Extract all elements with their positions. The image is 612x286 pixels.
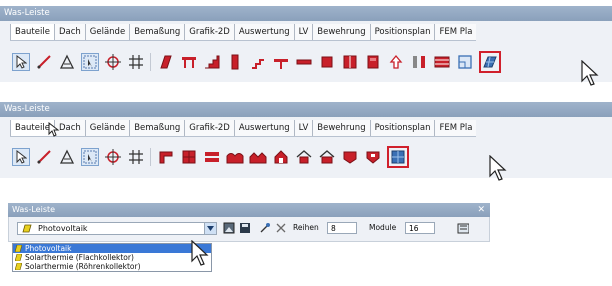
- dormer-arch-icon[interactable]: [226, 148, 244, 166]
- select-area-icon[interactable]: [81, 148, 99, 166]
- toolbar-separator: [150, 148, 151, 166]
- chevron-down-icon[interactable]: [204, 223, 216, 234]
- roof-flat-icon[interactable]: [157, 148, 175, 166]
- triangle-measure-icon[interactable]: [58, 148, 76, 166]
- solar-panel-icon: [15, 245, 22, 252]
- tab-grafik-2d[interactable]: Grafik-2D: [184, 24, 234, 40]
- window-icon[interactable]: [341, 53, 359, 71]
- tab-bewehrung[interactable]: Bewehrung: [312, 120, 370, 136]
- select-area-icon[interactable]: [81, 53, 99, 71]
- tab-bewehrung[interactable]: Bewehrung: [312, 24, 370, 40]
- tab-bemassung[interactable]: Bemaßung: [129, 24, 185, 40]
- was-leiste-panel-1: Was-Leiste Bauteile Dach Gelände Bemaßun…: [0, 6, 612, 86]
- wall-icon[interactable]: [157, 53, 175, 71]
- tab-fem-plan[interactable]: FEM Pla: [434, 24, 477, 40]
- grid-icon[interactable]: [127, 148, 145, 166]
- column-table-icon[interactable]: [180, 53, 198, 71]
- tab-positionsplan[interactable]: Positionsplan: [369, 24, 435, 40]
- tab-gelaende[interactable]: Gelände: [84, 24, 130, 40]
- solar-panel-icon: [22, 224, 32, 233]
- tab-bemassung[interactable]: Bemaßung: [129, 120, 185, 136]
- tab-gelaende[interactable]: Gelände: [84, 120, 130, 136]
- tab-fem-plan[interactable]: FEM Pla: [434, 120, 477, 136]
- dropdown-option-solarthermie-flach[interactable]: Solarthermie (Flachkollektor): [13, 253, 211, 262]
- arrow-up-icon[interactable]: [387, 53, 405, 71]
- module-type-combo[interactable]: Photovoltaik: [17, 222, 217, 235]
- dormer-icon[interactable]: [249, 148, 267, 166]
- tab-strip: Bauteile Dach Gelände Bemaßung Grafik-2D…: [10, 24, 477, 41]
- tab-auswertung[interactable]: Auswertung: [233, 24, 294, 40]
- tab-positionsplan[interactable]: Positionsplan: [369, 120, 435, 136]
- tab-lv[interactable]: LV: [293, 24, 313, 40]
- stair-wall-icon[interactable]: [203, 53, 221, 71]
- tab-lv[interactable]: LV: [293, 120, 313, 136]
- mouse-cursor: [191, 240, 209, 266]
- mouse-cursor: [48, 122, 60, 137]
- pillar-icon[interactable]: [226, 53, 244, 71]
- door-icon[interactable]: [364, 53, 382, 71]
- crosshair-icon[interactable]: [104, 148, 122, 166]
- panel-title: Was-Leiste: [0, 6, 612, 21]
- roof-window-icon[interactable]: [341, 148, 359, 166]
- house-roof-icon[interactable]: [295, 148, 313, 166]
- option-label: Solarthermie (Flachkollektor): [25, 253, 134, 262]
- roof-grid-icon[interactable]: [180, 148, 198, 166]
- photovoltaik-tool-icon[interactable]: [387, 146, 409, 168]
- crosshair-icon[interactable]: [104, 53, 122, 71]
- block-icon[interactable]: [318, 53, 336, 71]
- delete-icon[interactable]: [275, 222, 287, 234]
- skylight-icon[interactable]: [364, 148, 382, 166]
- photovoltaik-toolbar: Photovoltaik Reihen 8 Module 16: [8, 217, 490, 242]
- tab-grafik-2d[interactable]: Grafik-2D: [184, 120, 234, 136]
- combo-value: Photovoltaik: [38, 224, 88, 233]
- room-icon[interactable]: [456, 53, 474, 71]
- rows-input[interactable]: 8: [327, 222, 357, 234]
- railing-icon[interactable]: [433, 53, 451, 71]
- module-type-dropdown: Photovoltaik Solarthermie (Flachkollekto…: [12, 243, 212, 272]
- wall-opening-icon[interactable]: [410, 53, 428, 71]
- photovoltaik-tool-icon[interactable]: [479, 51, 501, 73]
- dropdown-option-solarthermie-roehre[interactable]: Solarthermie (Röhrenkollektor): [13, 262, 211, 271]
- save-icon[interactable]: [239, 222, 251, 234]
- line-icon[interactable]: [35, 53, 53, 71]
- tab-auswertung[interactable]: Auswertung: [233, 120, 294, 136]
- roof-layers-icon[interactable]: [203, 148, 221, 166]
- was-leiste-panel-2: Was-Leiste Bauteile Dach Gelände Bemaßun…: [0, 102, 612, 181]
- tab-bauteile[interactable]: Bauteile: [10, 24, 54, 40]
- toolbar-bauteile: [12, 145, 414, 169]
- option-label: Photovoltaik: [25, 244, 72, 253]
- toolbar-bauteile: [12, 50, 506, 74]
- pointer-icon[interactable]: [12, 148, 30, 166]
- tab-dach[interactable]: Dach: [53, 24, 85, 40]
- stair-icon[interactable]: [249, 53, 267, 71]
- settings-icon[interactable]: [457, 222, 469, 234]
- tab-strip: Bauteile Dach Gelände Bemaßung Grafik-2D…: [10, 120, 477, 137]
- pointer-icon[interactable]: [12, 53, 30, 71]
- close-icon[interactable]: ✕: [477, 203, 485, 217]
- gable-dormer-icon[interactable]: [272, 148, 290, 166]
- image-icon[interactable]: [223, 222, 235, 234]
- triangle-measure-icon[interactable]: [58, 53, 76, 71]
- modules-label: Module: [369, 223, 397, 232]
- toolbar-separator: [150, 53, 151, 71]
- rotate-icon[interactable]: [259, 222, 271, 234]
- rows-label: Reihen: [293, 223, 319, 232]
- beam-icon[interactable]: [272, 53, 290, 71]
- house-hip-icon[interactable]: [318, 148, 336, 166]
- panel-title: Was-Leiste ✕: [8, 203, 490, 217]
- option-label: Solarthermie (Röhrenkollektor): [25, 262, 141, 271]
- dropdown-option-photovoltaik[interactable]: Photovoltaik: [13, 244, 211, 253]
- grid-icon[interactable]: [127, 53, 145, 71]
- mouse-cursor: [581, 60, 599, 86]
- slab-icon[interactable]: [295, 53, 313, 71]
- solar-panel-icon: [15, 263, 22, 270]
- solar-panel-icon: [15, 254, 22, 261]
- line-icon[interactable]: [35, 148, 53, 166]
- panel-title-text: Was-Leiste: [12, 205, 56, 214]
- panel-title: Was-Leiste: [0, 102, 612, 117]
- modules-input[interactable]: 16: [405, 222, 435, 234]
- mouse-cursor: [489, 155, 507, 181]
